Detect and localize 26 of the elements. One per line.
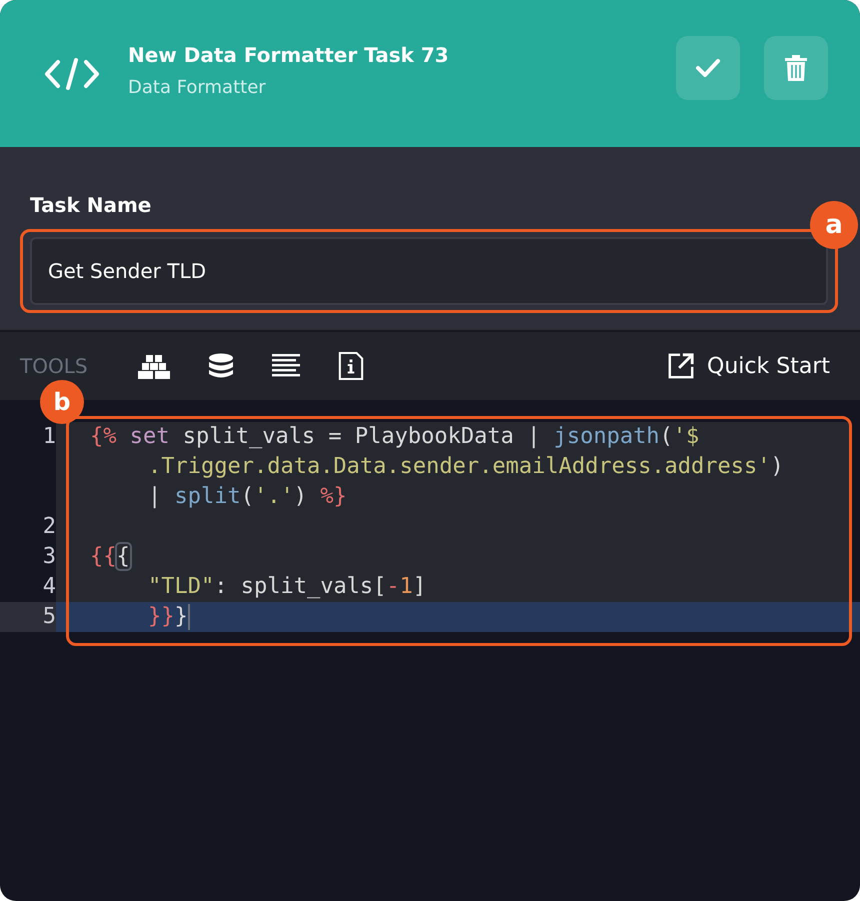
code-line: {% set split_vals = PlaybookData | jsonpath('$ — [90, 423, 700, 451]
text-align-icon[interactable] — [272, 353, 300, 379]
external-link-icon — [667, 352, 696, 380]
line-number: 5 — [0, 602, 56, 632]
annotation-badge: a — [810, 201, 858, 249]
confirm-button[interactable] — [676, 36, 740, 100]
database-icon[interactable] — [208, 353, 234, 379]
task-title: New Data Formatter Task 73 — [128, 43, 450, 67]
blocks-icon[interactable] — [138, 353, 170, 379]
task-subtitle: Data Formatter — [128, 77, 267, 98]
line-number: 4 — [42, 573, 56, 601]
code-line: "TLD": split_vals[-1] — [147, 573, 428, 601]
code-line: | split('.') %} — [147, 483, 348, 511]
quick-start-button[interactable]: Quick Start — [667, 352, 830, 380]
code-icon — [44, 58, 100, 90]
tools-label: TOOLS — [20, 354, 88, 378]
field-label: Task Name — [30, 193, 152, 217]
line-number: 1 — [42, 423, 56, 451]
delete-button[interactable] — [764, 36, 828, 100]
task-name-field[interactable]: Get Sender TLD — [30, 237, 828, 305]
line-number: 3 — [42, 543, 56, 571]
code-line: }}} — [147, 602, 191, 632]
line-number: 2 — [42, 513, 56, 541]
info-document-icon[interactable] — [338, 351, 364, 381]
code-line: .Trigger.data.Data.sender.emailAddress.address') — [147, 453, 785, 481]
trash-icon — [784, 54, 808, 82]
